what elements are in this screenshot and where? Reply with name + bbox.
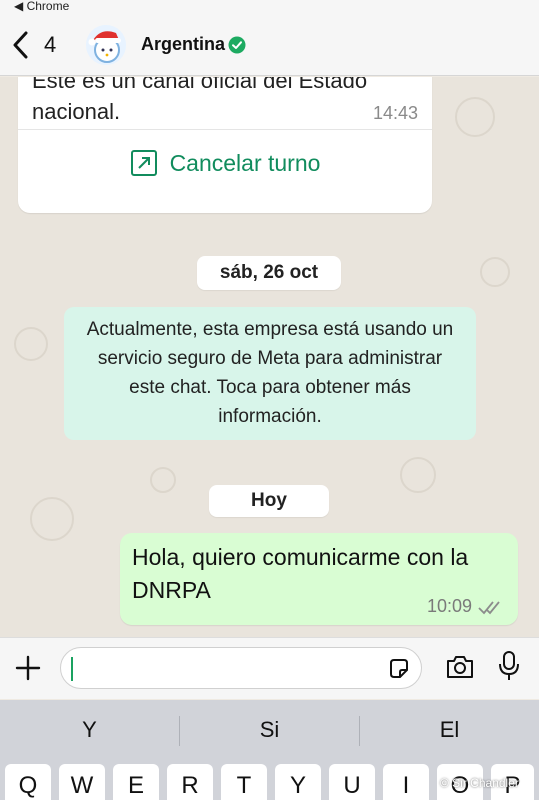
suggestion-3[interactable]: El — [360, 700, 539, 760]
key-i[interactable]: I — [383, 764, 429, 800]
key-y[interactable]: Y — [275, 764, 321, 800]
incoming-message[interactable]: Este es un canal oficial del Estado naci… — [18, 77, 432, 213]
business-info-notice[interactable]: Actualmente, esta empresa está usando un… — [64, 307, 476, 440]
key-q[interactable]: Q — [5, 764, 51, 800]
suggestion-1[interactable]: Y — [0, 700, 179, 760]
key-r[interactable]: R — [167, 764, 213, 800]
date-chip-today: Hoy — [209, 485, 329, 517]
suggestion-2[interactable]: Si — [180, 700, 359, 760]
wallpaper-doodle — [400, 457, 436, 493]
camera-icon[interactable] — [445, 654, 475, 680]
key-u[interactable]: U — [329, 764, 375, 800]
plus-icon[interactable] — [14, 654, 42, 682]
double-check-icon — [478, 601, 500, 615]
key-w[interactable]: W — [59, 764, 105, 800]
verified-badge-icon — [228, 36, 246, 53]
back-button[interactable]: 4 — [12, 28, 72, 62]
message-input[interactable] — [60, 647, 422, 689]
text-caret — [71, 657, 73, 681]
key-e[interactable]: E — [113, 764, 159, 800]
wallpaper-doodle — [150, 467, 176, 493]
cancel-appointment-button[interactable]: Cancelar turno — [18, 129, 432, 197]
date-chip: sáb, 26 oct — [197, 256, 341, 290]
chat-title-text: Argentina — [141, 34, 226, 54]
status-bar: ◀ Chrome — [0, 0, 539, 14]
compose-bar — [0, 637, 539, 699]
key-t[interactable]: T — [221, 764, 267, 800]
wallpaper-doodle — [480, 257, 510, 287]
chevron-left-icon — [13, 31, 28, 59]
message-text: Este es un canal oficial del Estado naci… — [32, 77, 368, 124]
message-time: 10:09 — [426, 596, 472, 616]
back-to-app-link[interactable]: ◀ Chrome — [14, 0, 69, 13]
unread-count: 4 — [44, 32, 57, 57]
chat-area[interactable]: Este es un canal oficial del Estado naci… — [0, 77, 539, 637]
wallpaper-doodle — [30, 497, 74, 541]
wallpaper-doodle — [14, 327, 48, 361]
sticker-icon[interactable] — [387, 657, 411, 681]
avatar[interactable] — [86, 25, 126, 65]
avatar-image — [86, 25, 126, 65]
external-link-icon — [130, 150, 157, 176]
chat-header: 4 Argentina — [0, 14, 539, 76]
microphone-icon[interactable] — [498, 650, 520, 682]
cancel-appointment-label: Cancelar turno — [169, 149, 321, 176]
outgoing-message[interactable]: Hola, quiero comunicarme con la DNRPA 10… — [120, 533, 518, 625]
chat-title[interactable]: Argentina — [141, 34, 246, 55]
message-time: 14:43 — [372, 103, 418, 123]
watermark: © Sir Chandler — [440, 776, 519, 790]
wallpaper-doodle — [455, 97, 495, 137]
